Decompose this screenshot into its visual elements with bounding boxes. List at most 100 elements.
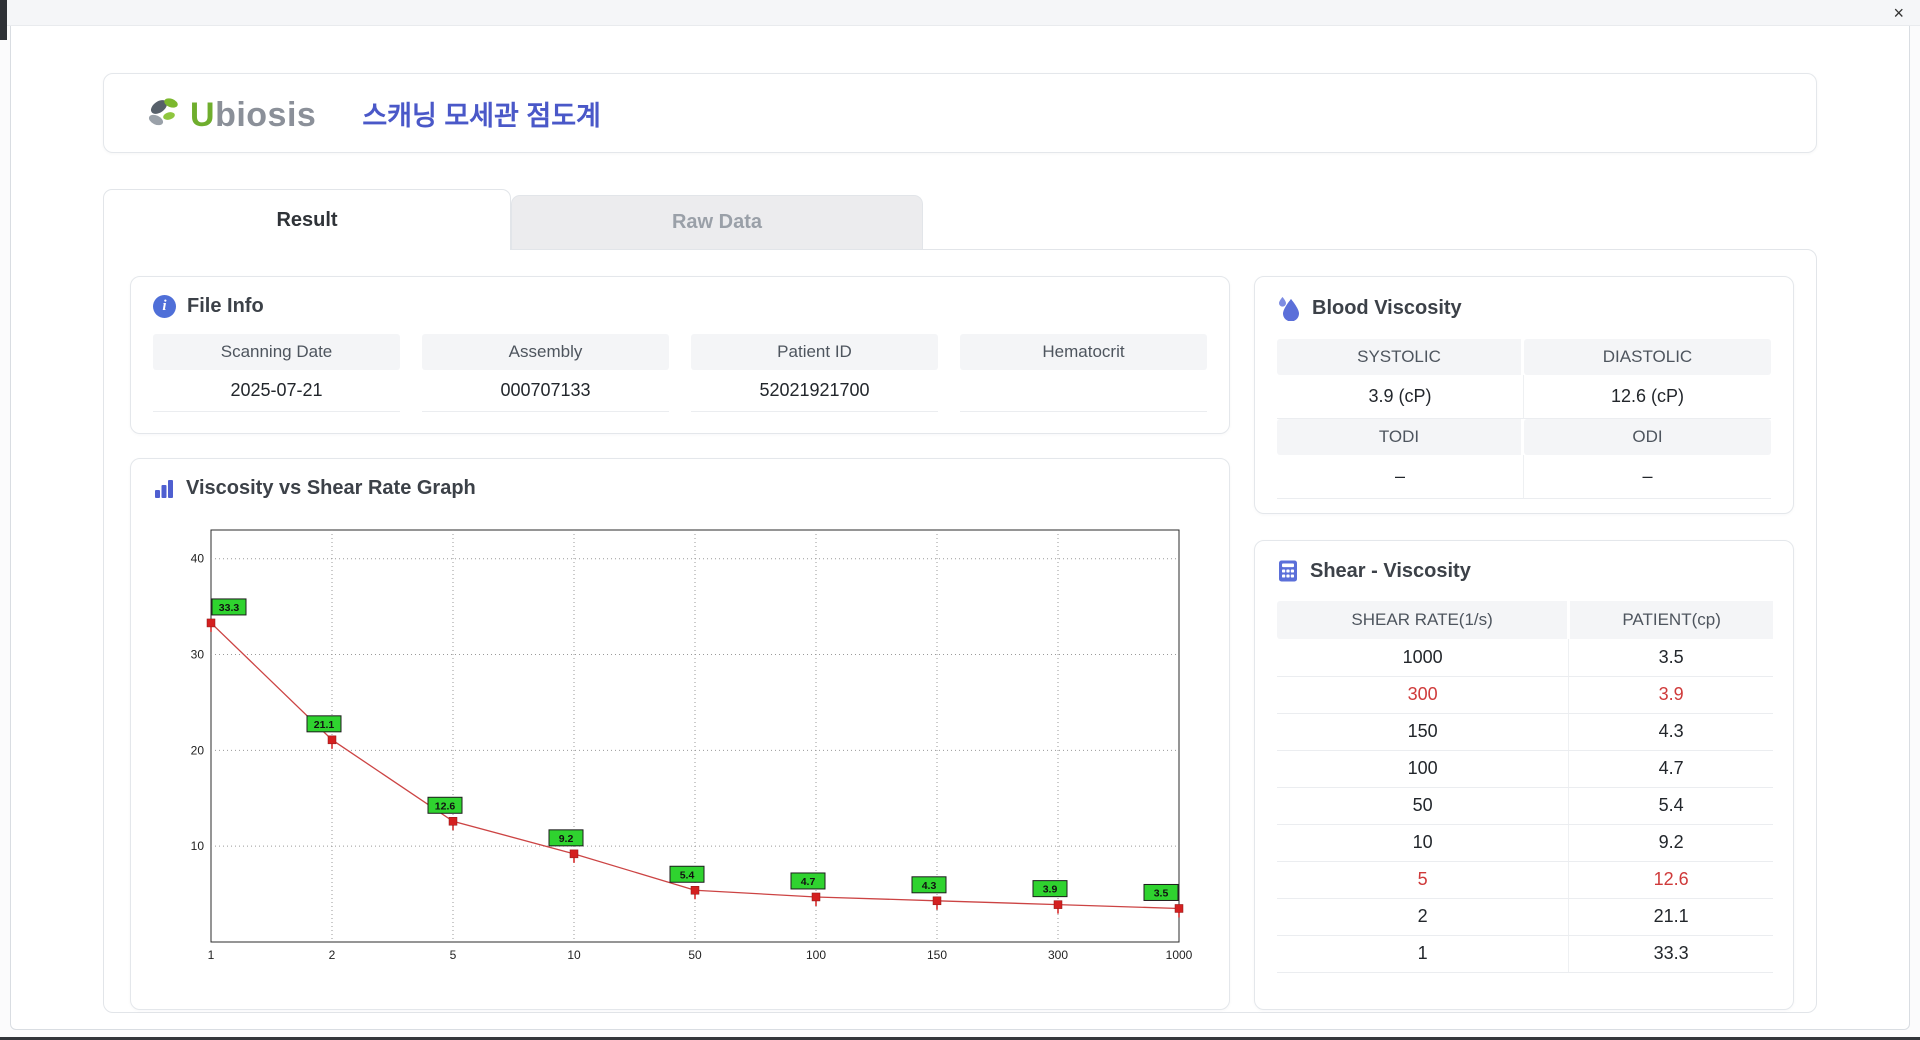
table-row: 2 21.1	[1277, 898, 1773, 936]
tab-raw-data-label: Raw Data	[671, 211, 763, 233]
blood-viscosity-card: Blood Viscosity SYSTOLIC DIASTOLIC 3.9 (cP…	[1254, 276, 1794, 514]
patient-viscosity-cell: 9.2	[1568, 824, 1773, 862]
header-card: Ubiosis 스캐닝 모세관 점도계	[103, 73, 1817, 153]
patient-viscosity-cell: 3.5	[1568, 639, 1773, 677]
patient-viscosity-cell: 12.6	[1568, 861, 1773, 899]
shear-viscosity-title: Shear - Viscosity	[1310, 559, 1471, 582]
blood-viscosity-value: –	[1277, 455, 1524, 499]
chart-x-tick-label: 50	[688, 948, 702, 962]
chart-x-tick-label: 100	[806, 948, 826, 962]
info-icon: i	[153, 295, 176, 318]
blood-viscosity-label: TODI	[1277, 419, 1524, 455]
shear-viscosity-title-row: Shear - Viscosity	[1255, 541, 1793, 593]
logo-leaves-icon	[148, 98, 178, 126]
window-close-button[interactable]: ×	[1893, 2, 1904, 24]
chart-point-label: 4.7	[801, 876, 816, 888]
shear-rate-cell: 100	[1277, 750, 1570, 788]
chart-point-marker	[690, 886, 700, 895]
file-info-field-value: 000707133	[422, 370, 669, 412]
table-row: 1 33.3	[1277, 935, 1773, 973]
file-info-title-row: i File Info	[131, 277, 1229, 328]
file-info-field-value: 2025-07-21	[153, 370, 400, 412]
blood-viscosity-grid: SYSTOLIC DIASTOLIC 3.9 (cP) 12.6 (cP) TODI OD…	[1277, 339, 1771, 499]
graph-card: Viscosity vs Shear Rate Graph 1 2 5 10 50 100…	[130, 458, 1230, 1010]
chart-point-marker	[327, 735, 337, 745]
graph-title: Viscosity vs Shear Rate Graph	[186, 477, 476, 499]
file-info-field-label: Hematocrit	[960, 334, 1207, 370]
tab-result[interactable]: Result	[103, 189, 511, 250]
blood-viscosity-title: Blood Viscosity	[1312, 296, 1462, 319]
table-row: 150 4.3	[1277, 713, 1773, 751]
chart-x-tick-label: 300	[1048, 948, 1068, 962]
blood-viscosity-value: 12.6 (cP)	[1524, 375, 1771, 419]
chart-point-label: 3.5	[1154, 887, 1169, 899]
chart-point-label: 4.3	[922, 880, 937, 892]
window-titlebar: ×	[0, 0, 1920, 26]
table-row: 50 5.4	[1277, 787, 1773, 825]
column-header-shear-rate: SHEAR RATE(1/s)	[1277, 601, 1571, 639]
blood-viscosity-title-row: Blood Viscosity	[1255, 277, 1793, 331]
chart-point-label: 9.2	[559, 833, 574, 845]
shear-rate-cell: 5	[1277, 861, 1570, 899]
column-header-patient: PATIENT(cp)	[1568, 601, 1773, 639]
chart-point-label: 33.3	[219, 602, 240, 614]
chart-point-label: 5.4	[680, 869, 695, 881]
chart-point-label: 12.6	[435, 800, 456, 812]
blood-viscosity-label: ODI	[1524, 419, 1771, 455]
patient-viscosity-cell: 4.7	[1568, 750, 1773, 788]
shear-rate-cell: 150	[1277, 713, 1570, 751]
chart-point-marker	[448, 817, 458, 826]
shear-viscosity-table: SHEAR RATE(1/s) PATIENT(cp) 1000 3.5 300 3.…	[1277, 601, 1773, 973]
file-info-card: i File Info Scanning Date Assembly Patient…	[130, 276, 1230, 434]
patient-viscosity-cell: 21.1	[1568, 898, 1773, 936]
chart-y-tick-label: 30	[191, 648, 205, 662]
file-info-field-value	[960, 370, 1207, 412]
shear-rate-cell: 50	[1277, 787, 1570, 825]
main-panel: Ubiosis 스캐닝 모세관 점도계 Result Raw Data i Fi…	[10, 8, 1910, 1030]
patient-viscosity-cell: 3.9	[1568, 676, 1773, 714]
file-info-field-label: Patient ID	[691, 334, 938, 370]
chart-point-marker	[1174, 904, 1184, 913]
tab-result-label: Result	[276, 208, 338, 231]
blood-viscosity-label: DIASTOLIC	[1524, 339, 1771, 375]
shear-rate-cell: 1000	[1277, 639, 1570, 677]
droplet-icon	[1279, 297, 1299, 321]
table-row: 5 12.6	[1277, 861, 1773, 899]
bar-chart-icon	[155, 479, 173, 498]
page-title: 스캐닝 모세관 점도계	[362, 100, 601, 131]
chart-x-tick-label: 2	[329, 948, 336, 962]
graph-title-row: Viscosity vs Shear Rate Graph	[131, 459, 1229, 510]
file-info-fields: Scanning Date Assembly Patient ID Hematocri…	[153, 334, 1207, 412]
background-window-edge	[0, 0, 7, 40]
blood-viscosity-value: 3.9 (cP)	[1277, 375, 1524, 419]
table-row: 300 3.9	[1277, 676, 1773, 714]
chart-x-tick-label: 1000	[1166, 948, 1193, 962]
table-row: 100 4.7	[1277, 750, 1773, 788]
viscosity-chart: 1 2 5 10 50 100 150 300 1000 10 20 30 40 33.3 21.1 12.6…	[191, 529, 1193, 962]
patient-viscosity-cell: 5.4	[1568, 787, 1773, 825]
patient-viscosity-cell: 33.3	[1568, 935, 1773, 973]
blood-viscosity-value: –	[1524, 455, 1771, 499]
chart-y-tick-label: 20	[191, 743, 205, 757]
chart-y-tick-label: 40	[191, 552, 205, 566]
chart-x-tick-label: 5	[450, 948, 457, 962]
logo-text: Ubiosis	[190, 96, 317, 134]
file-info-field-value: 52021921700	[691, 370, 938, 412]
content-panel: i File Info Scanning Date Assembly Patient…	[103, 249, 1817, 1013]
chart-point-marker	[569, 849, 579, 859]
chart-point-marker	[1053, 900, 1063, 909]
chart-y-tick-label: 10	[191, 839, 205, 853]
chart-point-marker	[932, 896, 942, 906]
chart-point-label: 3.9	[1043, 884, 1058, 896]
file-info-title: File Info	[187, 295, 264, 317]
chart-point-marker	[811, 892, 821, 902]
shear-rate-cell: 2	[1277, 898, 1570, 936]
chart-x-tick-label: 1	[208, 948, 215, 962]
shear-rate-cell: 10	[1277, 824, 1570, 862]
shear-rate-cell: 1	[1277, 935, 1570, 973]
chart-point-label: 21.1	[314, 719, 335, 731]
file-info-field-label: Scanning Date	[153, 334, 400, 370]
tab-raw-data[interactable]: Raw Data	[511, 195, 923, 249]
table-icon	[1279, 560, 1297, 582]
shear-viscosity-header-row: SHEAR RATE(1/s) PATIENT(cp)	[1277, 601, 1773, 639]
